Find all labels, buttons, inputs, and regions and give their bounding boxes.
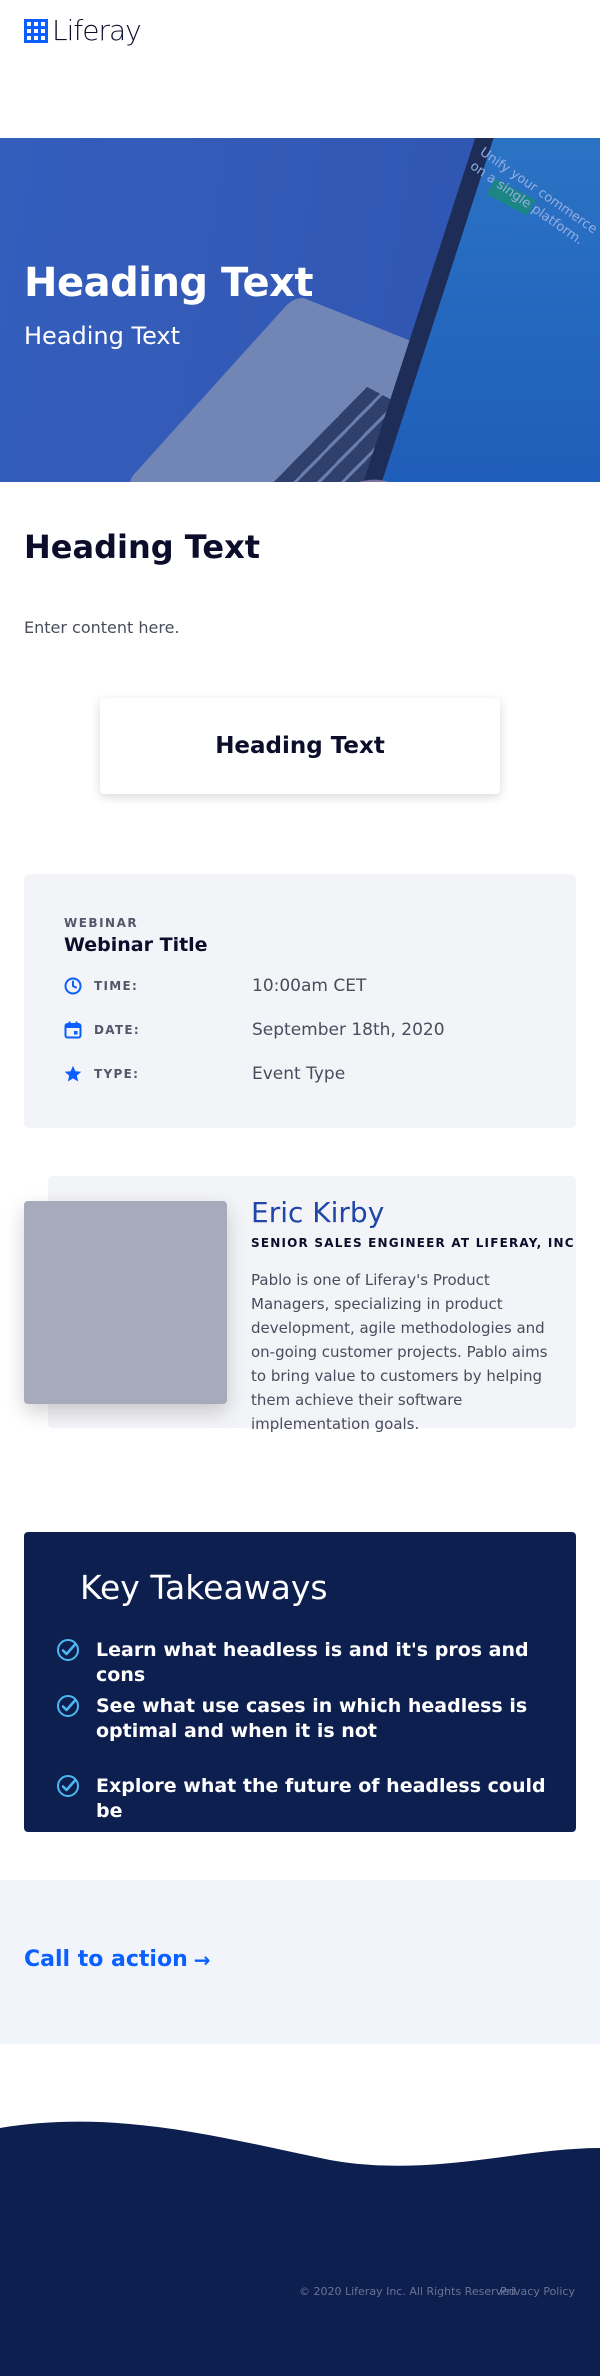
takeaway-text: See what use cases in which headless is … [96, 1695, 528, 1742]
hero-banner: Unify your commerce on a single platform… [0, 138, 600, 482]
liferay-logo-icon [24, 18, 48, 43]
check-circle-icon [57, 1775, 79, 1797]
clock-icon [64, 977, 82, 995]
key-takeaways-panel: Key Takeaways Learn what headless is and… [24, 1532, 576, 1832]
cta-label: Call to action [24, 1947, 188, 1972]
webinar-row-type: TYPE: Event Type [64, 1062, 544, 1086]
webinar-row-time: TIME: 10:00am CET [64, 974, 544, 998]
webinar-time-value: 10:00am CET [252, 976, 367, 996]
card-heading: Heading Text [215, 733, 385, 759]
call-to-action-link[interactable]: Call to action → [24, 1947, 211, 1972]
webinar-eyebrow: WEBINAR [64, 916, 139, 930]
webinar-time-label: TIME: [94, 979, 139, 993]
privacy-policy-link[interactable]: Privacy Policy [500, 2285, 575, 2298]
takeaway-text: Learn what headless is and it's pros and… [96, 1639, 529, 1686]
calendar-icon [64, 1021, 82, 1039]
webinar-title: Webinar Title [64, 934, 208, 956]
takeaway-item: Learn what headless is and it's pros and… [56, 1638, 556, 1688]
liferay-logo[interactable]: Liferay [24, 14, 142, 47]
check-circle-icon [57, 1639, 79, 1661]
check-circle-icon [57, 1695, 79, 1717]
star-icon [64, 1065, 82, 1083]
heading-card: Heading Text [100, 698, 500, 794]
section-body: Enter content here. [24, 618, 180, 637]
takeaway-item: See what use cases in which headless is … [56, 1694, 556, 1744]
hero-subtitle: Heading Text [24, 322, 181, 350]
footer-wave [0, 2121, 600, 2376]
webinar-panel: WEBINAR Webinar Title TIME: 10:00am CET … [24, 874, 576, 1128]
webinar-row-date: DATE: September 18th, 2020 [64, 1018, 544, 1042]
footer-copyright: © 2020 Liferay Inc. All Rights Reserved [299, 2285, 516, 2298]
webinar-type-label: TYPE: [94, 1067, 140, 1081]
takeaway-item: Explore what the future of headless coul… [56, 1774, 556, 1824]
takeaway-text: Explore what the future of headless coul… [96, 1775, 546, 1822]
speaker-photo [24, 1201, 227, 1404]
speaker-name: Eric Kirby [251, 1196, 385, 1229]
hero-title: Heading Text [24, 260, 314, 306]
logo-wordmark: Liferay [52, 14, 142, 47]
arrow-right-icon: → [193, 1947, 211, 1972]
site-header: Liferay [0, 0, 600, 60]
section-heading: Heading Text [24, 528, 260, 566]
takeaways-title: Key Takeaways [80, 1568, 328, 1607]
speaker-role: SENIOR SALES ENGINEER AT LIFERAY, INC [251, 1236, 575, 1250]
speaker-bio: Pablo is one of Liferay's Product Manage… [251, 1271, 548, 1433]
webinar-type-value: Event Type [252, 1064, 346, 1084]
webinar-date-value: September 18th, 2020 [252, 1020, 445, 1040]
hero-overlay [0, 138, 600, 482]
webinar-date-label: DATE: [94, 1023, 140, 1037]
